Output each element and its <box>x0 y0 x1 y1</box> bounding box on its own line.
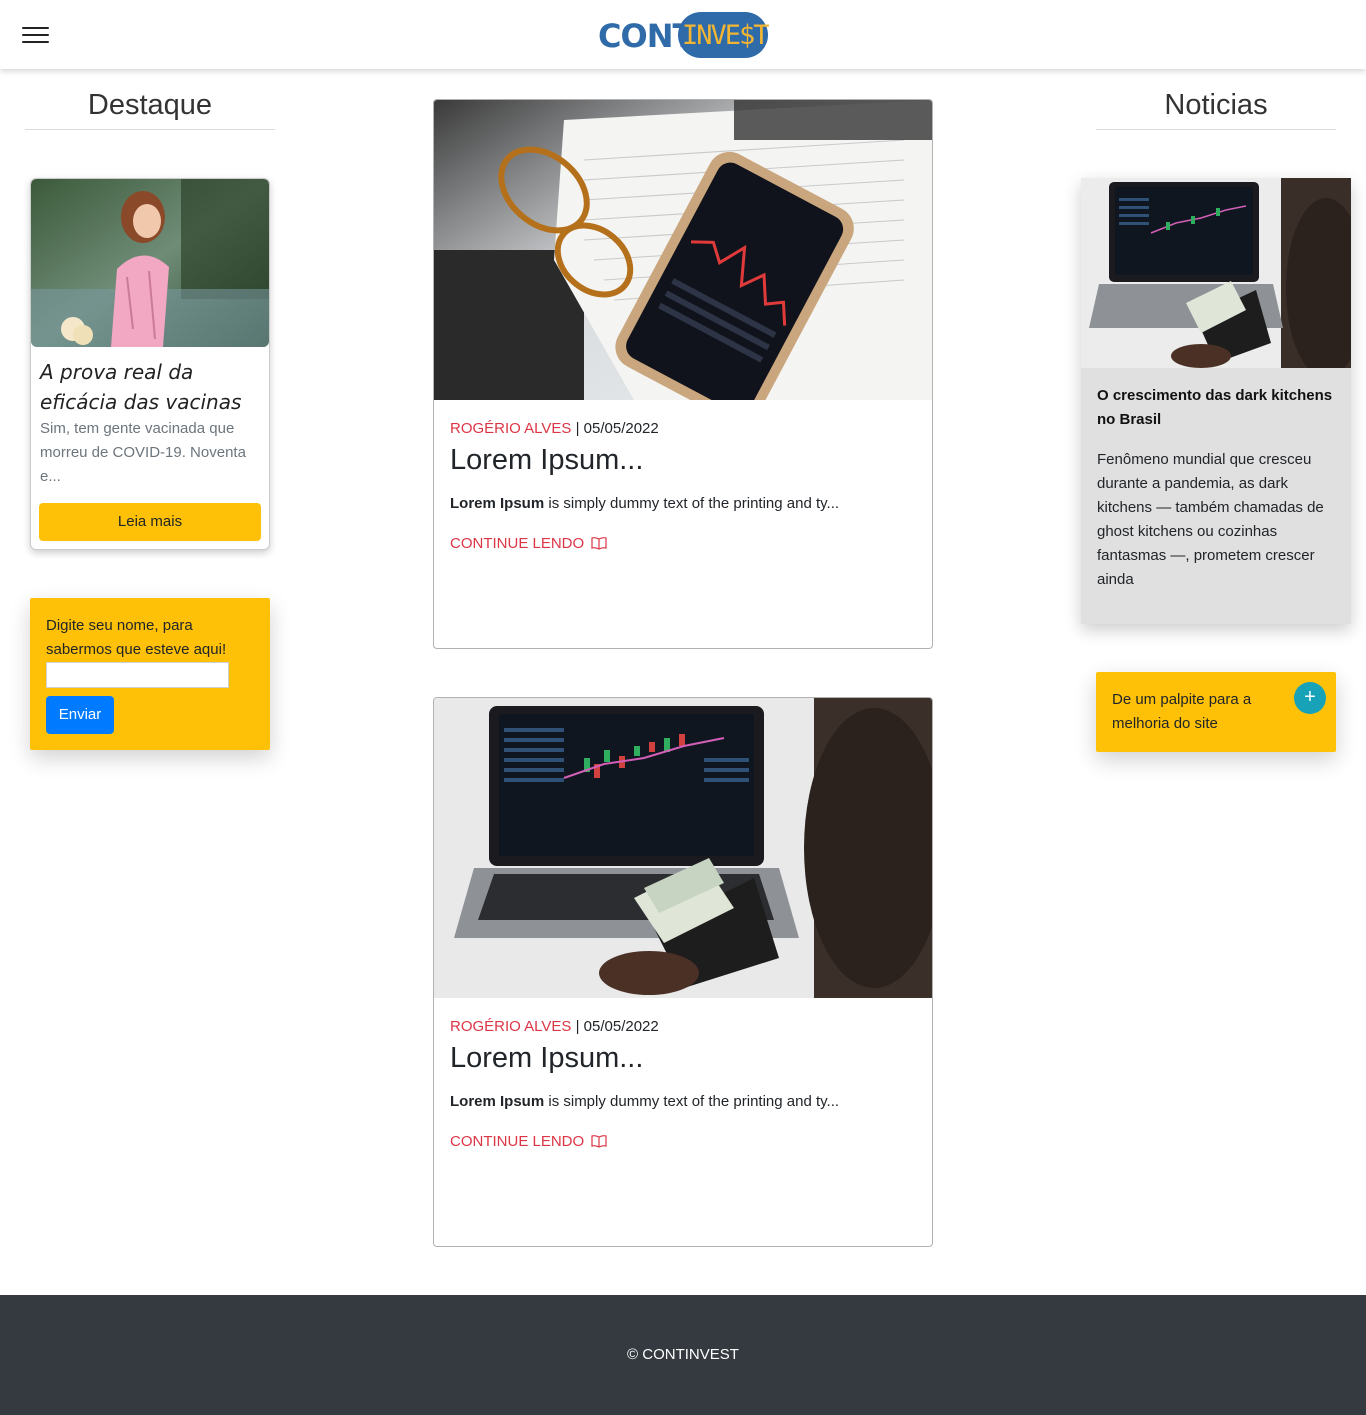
post-image[interactable] <box>434 698 932 998</box>
logo-prefix: CONT <box>598 17 694 55</box>
post-meta-separator: | <box>571 420 584 437</box>
plus-icon[interactable]: + <box>1294 682 1326 714</box>
post-excerpt-text: is simply dummy text of the printing and… <box>544 495 840 512</box>
continue-reading-label: CONTINUE LENDO <box>450 535 585 552</box>
post-image[interactable] <box>434 100 932 400</box>
visitor-name-form: Digite seu nome, para sabermos que estev… <box>30 598 270 750</box>
continue-reading-label: CONTINUE LENDO <box>450 1133 585 1150</box>
post-title[interactable]: Lorem Ipsum... <box>450 1039 643 1077</box>
visitor-name-input[interactable] <box>46 662 229 688</box>
post-meta-separator: | <box>571 1018 584 1035</box>
featured-card: A prova real da eficácia das vacinas Sim… <box>30 178 270 550</box>
book-open-icon <box>591 537 607 550</box>
logo-suffix: INVE$T <box>682 20 770 51</box>
news-title: O crescimento das dark kitchens no Brasi… <box>1097 387 1333 428</box>
continue-reading-link[interactable]: CONTINUE LENDO <box>450 533 607 555</box>
read-more-button[interactable]: Leia mais <box>39 503 261 541</box>
brand-logo[interactable]: CONT INVE$T <box>598 12 770 58</box>
suggestion-text: De um palpite para a melhoria do site <box>1112 691 1252 732</box>
post-excerpt: Lorem Ipsum is simply dummy text of the … <box>450 1090 839 1114</box>
post-meta: ROGÉRIO ALVES | 05/05/2022 <box>450 1016 659 1038</box>
footer-copyright: © CONTINVEST <box>627 1346 739 1363</box>
book-open-icon <box>591 1135 607 1148</box>
hamburger-menu-icon[interactable] <box>18 20 54 50</box>
suggestion-box: De um palpite para a melhoria do site + <box>1096 672 1336 752</box>
send-button[interactable]: Enviar <box>46 696 114 734</box>
destaque-heading: Destaque <box>87 89 213 121</box>
post-card: ROGÉRIO ALVES | 05/05/2022 Lorem Ipsum..… <box>433 697 933 1247</box>
featured-title: A prova real da eficácia das vacinas <box>40 360 242 414</box>
post-author[interactable]: ROGÉRIO ALVES <box>450 1018 571 1035</box>
post-meta: ROGÉRIO ALVES | 05/05/2022 <box>450 418 659 440</box>
news-excerpt: Fenômeno mundial que cresceu durante a p… <box>1097 451 1324 588</box>
post-excerpt: Lorem Ipsum is simply dummy text of the … <box>450 492 839 516</box>
continue-reading-link[interactable]: CONTINUE LENDO <box>450 1131 607 1153</box>
post-title[interactable]: Lorem Ipsum... <box>450 441 643 479</box>
noticias-divider <box>1096 129 1336 130</box>
post-excerpt-bold: Lorem Ipsum <box>450 495 545 512</box>
featured-excerpt: Sim, tem gente vacinada que morreu de CO… <box>40 420 246 485</box>
post-author[interactable]: ROGÉRIO ALVES <box>450 420 571 437</box>
destaque-divider <box>25 129 275 130</box>
post-date: 05/05/2022 <box>583 420 659 437</box>
footer: © CONTINVEST <box>0 1295 1366 1415</box>
news-image <box>1081 178 1351 368</box>
navbar: CONT INVE$T <box>0 0 1366 69</box>
featured-image <box>31 179 269 347</box>
post-excerpt-bold: Lorem Ipsum <box>450 1093 545 1110</box>
visitor-name-label: Digite seu nome, para sabermos que estev… <box>46 617 227 658</box>
post-card: ROGÉRIO ALVES | 05/05/2022 Lorem Ipsum..… <box>433 99 933 649</box>
post-excerpt-text: is simply dummy text of the printing and… <box>544 1093 840 1110</box>
news-card[interactable]: O crescimento das dark kitchens no Brasi… <box>1081 178 1351 624</box>
noticias-heading: Noticias <box>1164 89 1268 121</box>
post-date: 05/05/2022 <box>583 1018 659 1035</box>
